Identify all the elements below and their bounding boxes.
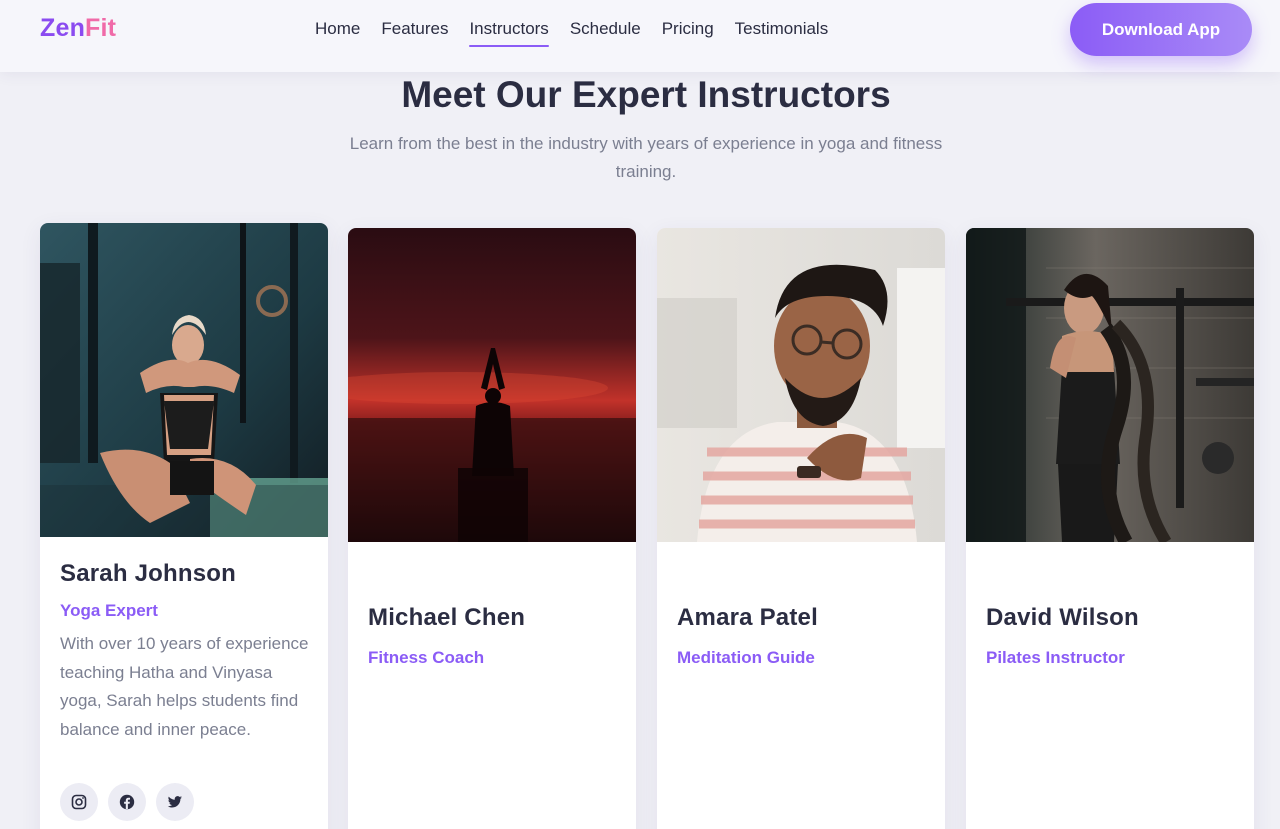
instructor-photo-sarah (40, 223, 328, 537)
instructor-card-sarah[interactable]: Sarah Johnson Yoga Expert With over 10 y… (40, 223, 328, 829)
site-header: ZenFit Home Features Instructors Schedul… (0, 0, 1280, 72)
instructor-name: David Wilson (986, 604, 1139, 631)
gym-rope-photo-image (966, 228, 1254, 542)
nav-link-home[interactable]: Home (315, 19, 360, 41)
instructor-card-michael[interactable]: Michael Chen Fitness Coach (348, 228, 636, 829)
gym-photo-image (40, 223, 328, 537)
brand-logo-part1: Zen (40, 14, 86, 42)
instructor-role: Pilates Instructor (986, 648, 1125, 667)
instructor-role: Yoga Expert (60, 601, 158, 620)
brand-logo[interactable]: ZenFit (40, 14, 116, 43)
instructor-card-amara[interactable]: Amara Patel Meditation Guide (657, 228, 945, 829)
section-title: Meet Our Expert Instructors (401, 74, 891, 115)
section-subtitle: Learn from the best in the industry with… (349, 134, 943, 181)
instructor-role: Meditation Guide (677, 648, 815, 667)
nav-link-schedule[interactable]: Schedule (570, 19, 641, 41)
nav-link-pricing[interactable]: Pricing (662, 19, 714, 41)
social-links (60, 783, 194, 821)
instructor-photo-michael (348, 228, 636, 542)
instructor-card-david[interactable]: David Wilson Pilates Instructor (966, 228, 1254, 829)
main-nav: Home Features Instructors Schedule Prici… (315, 0, 828, 60)
twitter-link-button[interactable] (156, 783, 194, 821)
instructor-bio: With over 10 years of experience teachin… (60, 634, 309, 739)
nav-link-testimonials[interactable]: Testimonials (735, 19, 829, 41)
sunset-yoga-image (348, 228, 636, 542)
instructor-photo-amara (657, 228, 945, 542)
download-app-button[interactable]: Download App (1070, 3, 1252, 56)
instagram-icon (71, 794, 87, 810)
facebook-icon (119, 794, 135, 810)
nav-link-instructors[interactable]: Instructors (469, 19, 550, 47)
instructor-name: Michael Chen (368, 604, 526, 631)
instructor-role: Fitness Coach (368, 648, 485, 667)
instructor-name: Amara Patel (677, 604, 818, 631)
instagram-link-button[interactable] (60, 783, 98, 821)
portrait-photo-image (657, 228, 945, 542)
facebook-link-button[interactable] (108, 783, 146, 821)
instructor-photo-david (966, 228, 1254, 542)
nav-link-features[interactable]: Features (381, 19, 448, 41)
brand-logo-part2: Fit (85, 14, 117, 42)
twitter-icon (167, 796, 182, 808)
instructor-name: Sarah Johnson (60, 560, 236, 587)
